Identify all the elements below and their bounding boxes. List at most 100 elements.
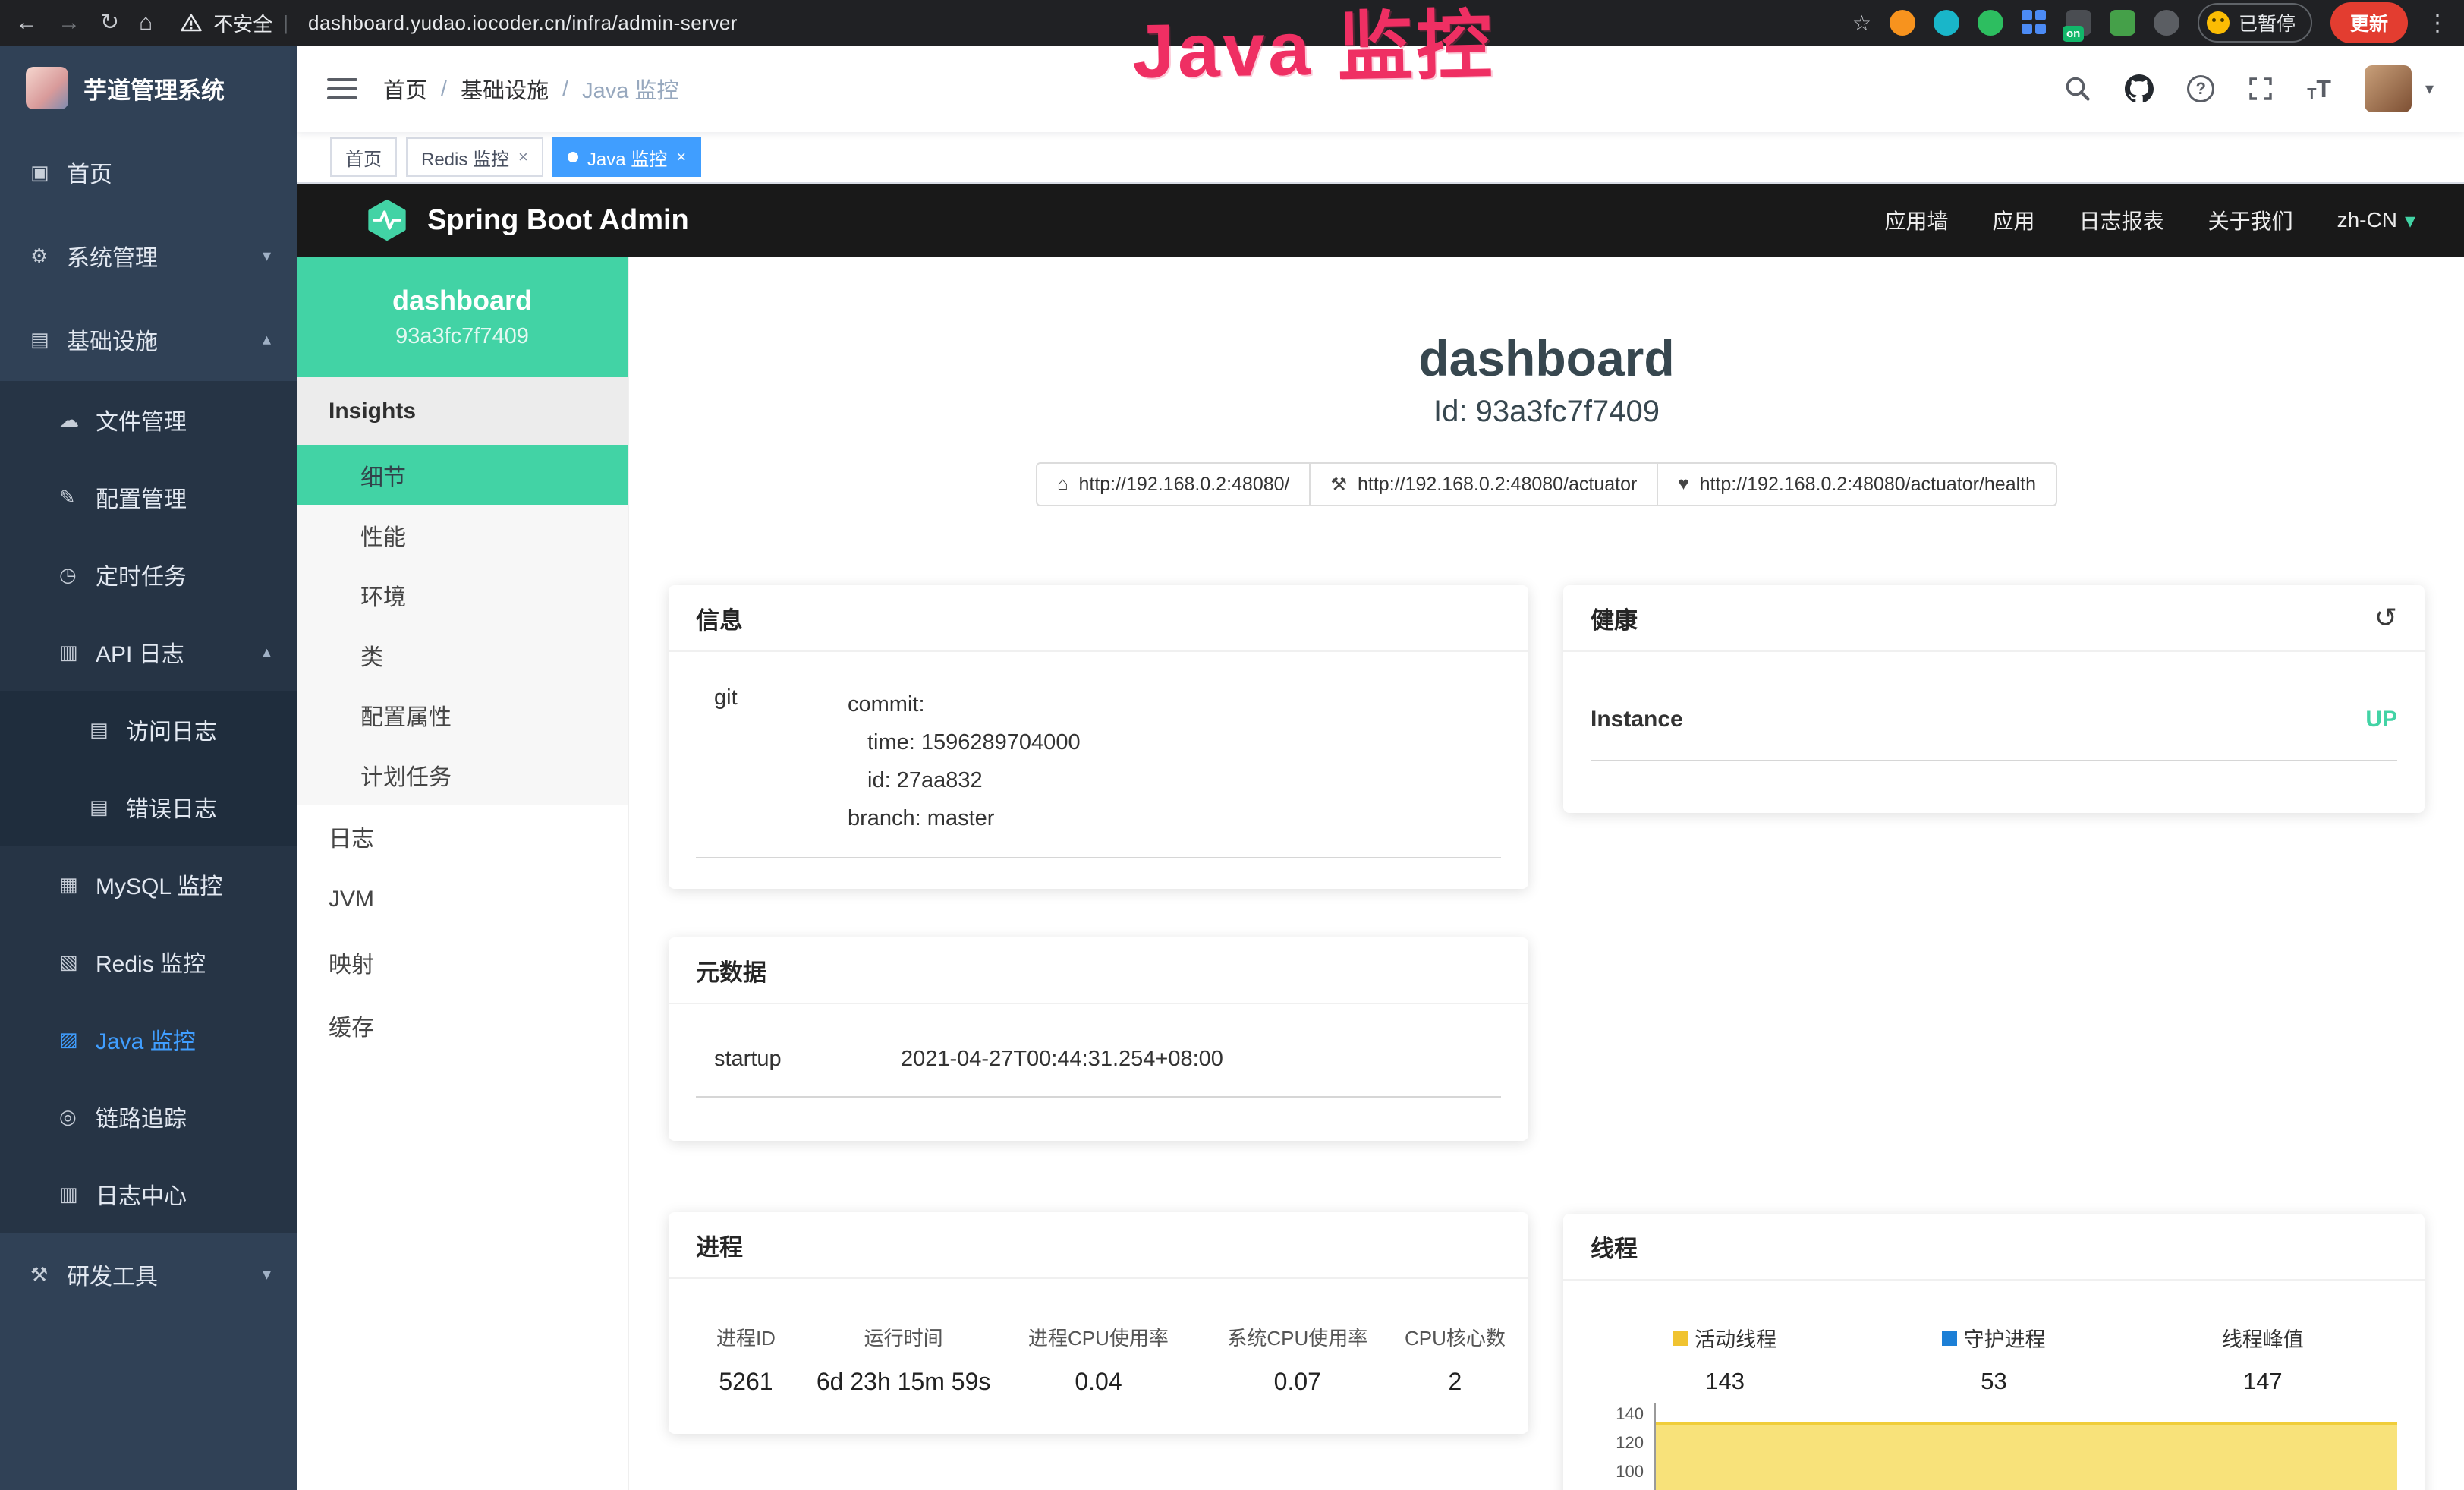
- help-icon[interactable]: ?: [2187, 75, 2214, 102]
- legend-value: 53: [1859, 1368, 2128, 1395]
- sba-nav-journal[interactable]: 日志报表: [2079, 205, 2164, 235]
- sba-group-caches[interactable]: 缓存: [297, 994, 628, 1057]
- breadcrumb-home[interactable]: 首页: [383, 73, 427, 105]
- sba-nav-about[interactable]: 关于我们: [2208, 205, 2293, 235]
- sba-item-label: 细节: [360, 458, 406, 492]
- sba-item-details[interactable]: 细节: [297, 445, 628, 505]
- site-security[interactable]: 不安全 |: [180, 9, 288, 37]
- health-url-button[interactable]: ♥ http://192.168.0.2:48080/actuator/heal…: [1657, 462, 2057, 506]
- tag-home[interactable]: 首页: [330, 137, 397, 177]
- chrome-update-button[interactable]: 更新: [2330, 2, 2408, 43]
- sidebar-item-redis-monitor[interactable]: ▧ Redis 监控: [0, 923, 297, 1000]
- sba-item-environment[interactable]: 环境: [297, 565, 628, 625]
- font-size-icon[interactable]: TT: [2307, 75, 2331, 103]
- back-icon[interactable]: ←: [15, 11, 38, 34]
- chrome-menu-icon[interactable]: ⋮: [2426, 10, 2449, 36]
- actuator-url-button[interactable]: ⚒ http://192.168.0.2:48080/actuator: [1309, 462, 1658, 506]
- sidebar-item-log-center[interactable]: ▥ 日志中心: [0, 1155, 297, 1233]
- sba-item-label: JVM: [329, 887, 374, 912]
- sidebar-item-access-logs[interactable]: ▤ 访问日志: [0, 691, 297, 768]
- sidebar-item-config-management[interactable]: ✎ 配置管理: [0, 458, 297, 536]
- sba-nav-wallboard[interactable]: 应用墙: [1885, 205, 1949, 235]
- ytick: 100: [1616, 1462, 1644, 1482]
- tag-label: 首页: [345, 144, 382, 171]
- search-icon[interactable]: [2064, 75, 2091, 102]
- home-icon[interactable]: ⌂: [139, 11, 153, 34]
- app-sidebar: 芋道管理系统 ▣ 首页 ⚙ 系统管理 ▾ ▤ 基础设施 ▴ ☁ 文件管理 ✎ 配…: [0, 46, 297, 1490]
- info-line: time: 1596289704000: [848, 723, 1501, 761]
- reload-icon[interactable]: ↻: [100, 11, 119, 34]
- threads-legend: 活动线程 143 守护进程 53 线程峰值: [1591, 1323, 2397, 1395]
- sba-brand[interactable]: Spring Boot Admin: [365, 198, 689, 242]
- sba-nav-applications[interactable]: 应用: [1993, 205, 2035, 235]
- api-logs-submenu: ▤ 访问日志 ▤ 错误日志: [0, 691, 297, 846]
- app-logo-row[interactable]: 芋道管理系统: [0, 46, 297, 131]
- sidebar-item-file-management[interactable]: ☁ 文件管理: [0, 381, 297, 458]
- caret-down-icon[interactable]: ▾: [2425, 79, 2434, 99]
- legend-value: 143: [1591, 1368, 1859, 1395]
- legend-swatch-yellow: [1673, 1331, 1688, 1346]
- instance-links: ⌂ http://192.168.0.2:48080/ ⚒ http://192…: [629, 462, 2464, 506]
- sidebar-item-home[interactable]: ▣ 首页: [0, 131, 297, 214]
- fullscreen-icon[interactable]: [2248, 76, 2274, 102]
- monitor-icon: ▨: [59, 1028, 96, 1051]
- extension-icon-switch[interactable]: on: [2066, 10, 2091, 36]
- tag-java-monitor[interactable]: Java 监控 ×: [552, 137, 701, 177]
- main-area: 首页 / 基础设施 / Java 监控 ? TT ▾ 首页: [297, 46, 2464, 1490]
- extension-icon-leaf[interactable]: [2110, 10, 2135, 36]
- sidebar-item-scheduled-tasks[interactable]: ◷ 定时任务: [0, 536, 297, 613]
- extension-icon-orange[interactable]: [1890, 10, 1915, 36]
- service-url-button[interactable]: ⌂ http://192.168.0.2:48080/: [1036, 462, 1311, 506]
- doc-icon: ▥: [59, 1183, 96, 1206]
- tag-redis-monitor[interactable]: Redis 监控 ×: [406, 137, 543, 177]
- sba-instance-header[interactable]: dashboard 93a3fc7f7409: [297, 257, 628, 377]
- security-label: 不安全: [213, 9, 272, 37]
- legend-value: 147: [2129, 1368, 2397, 1395]
- chevron-down-icon: ▾: [2405, 208, 2415, 233]
- sba-language-select[interactable]: zh-CN ▾: [2337, 208, 2415, 233]
- sidebar-item-error-logs[interactable]: ▤ 错误日志: [0, 768, 297, 846]
- extension-icon-green[interactable]: [1978, 10, 2003, 36]
- chevron-up-icon: ▴: [263, 642, 271, 662]
- hamburger-icon[interactable]: [327, 78, 357, 99]
- sba-item-config-props[interactable]: 配置属性: [297, 685, 628, 745]
- sidebar-item-tracing[interactable]: ◎ 链路追踪: [0, 1078, 297, 1155]
- profile-paused-chip[interactable]: 已暂停: [2198, 3, 2312, 43]
- sidebar-item-system[interactable]: ⚙ 系统管理 ▾: [0, 214, 297, 298]
- process-col-label: 进程ID: [684, 1323, 808, 1351]
- layers-icon: ▧: [59, 950, 96, 974]
- address-url[interactable]: dashboard.yudao.iocoder.cn/infra/admin-s…: [308, 11, 738, 35]
- sidebar-item-mysql-monitor[interactable]: ▦ MySQL 监控: [0, 846, 297, 923]
- warning-icon: [180, 11, 203, 34]
- app-title: 芋道管理系统: [83, 71, 225, 106]
- user-avatar[interactable]: [2365, 65, 2412, 112]
- sidebar-item-dev-tools[interactable]: ⚒ 研发工具 ▾: [0, 1233, 297, 1316]
- sba-item-metrics[interactable]: 性能: [297, 505, 628, 565]
- sba-group-logs[interactable]: 日志: [297, 805, 628, 868]
- extension-icon-dark[interactable]: [2154, 10, 2179, 36]
- sba-section-insights[interactable]: Insights: [297, 377, 628, 445]
- sidebar-item-java-monitor[interactable]: ▨ Java 监控: [0, 1000, 297, 1078]
- log-icon: ▥: [59, 641, 96, 664]
- extension-icon-teal[interactable]: [1934, 10, 1959, 36]
- bookmark-star-icon[interactable]: ☆: [1852, 11, 1871, 36]
- close-icon[interactable]: ×: [518, 147, 528, 167]
- close-icon[interactable]: ×: [676, 147, 686, 167]
- sidebar-item-infrastructure[interactable]: ▤ 基础设施 ▴: [0, 298, 297, 381]
- history-icon[interactable]: ↺: [2374, 602, 2397, 634]
- sba-item-classes[interactable]: 类: [297, 625, 628, 685]
- forward-icon[interactable]: →: [58, 11, 80, 34]
- sba-group-jvm[interactable]: JVM: [297, 868, 628, 931]
- sba-instance-id: 93a3fc7f7409: [395, 324, 529, 349]
- sidebar-item-label: 访问日志: [126, 713, 271, 746]
- threads-chart-plot: [1654, 1403, 2397, 1490]
- health-row: Instance UP: [1591, 707, 2397, 761]
- extension-icon-grid[interactable]: [2022, 10, 2047, 36]
- sba-group-mappings[interactable]: 映射: [297, 931, 628, 994]
- breadcrumb-infrastructure[interactable]: 基础设施: [461, 73, 549, 105]
- github-icon[interactable]: [2125, 74, 2154, 103]
- sba-item-label: 缓存: [329, 1009, 374, 1042]
- sba-item-scheduled-tasks[interactable]: 计划任务: [297, 745, 628, 805]
- sidebar-item-api-logs[interactable]: ▥ API 日志 ▴: [0, 613, 297, 691]
- tag-label: Java 监控: [587, 144, 667, 171]
